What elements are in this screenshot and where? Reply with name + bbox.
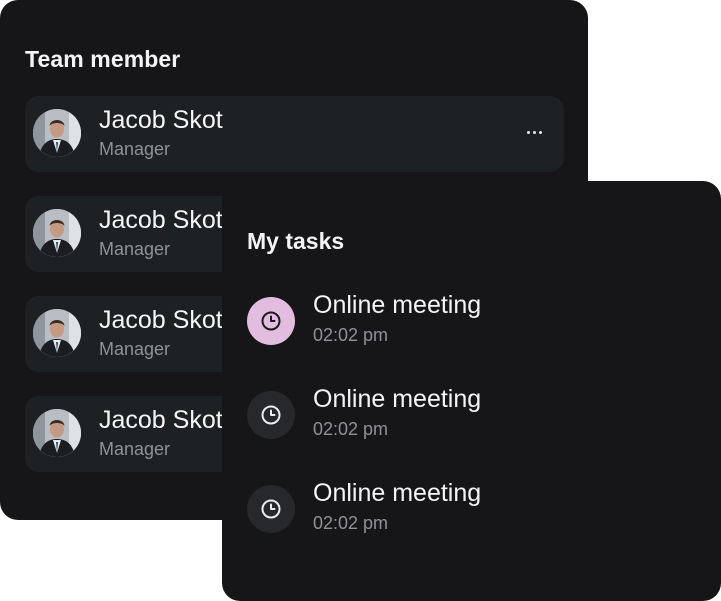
member-name: Jacob Skot — [99, 306, 223, 334]
member-role: Manager — [99, 239, 171, 259]
task-time: 02:02 pm — [313, 325, 389, 345]
avatar — [33, 209, 81, 257]
team-member-title: Team member — [25, 46, 181, 72]
clock-icon — [247, 391, 295, 439]
avatar — [33, 309, 81, 357]
clock-icon — [247, 297, 295, 345]
task-time: 02:02 pm — [313, 513, 389, 533]
my-tasks-title: My tasks — [247, 228, 345, 254]
more-options-button[interactable] — [522, 122, 546, 142]
task-time: 02:02 pm — [313, 419, 389, 439]
member-role: Manager — [99, 439, 171, 459]
member-role: Manager — [99, 339, 171, 359]
task-title: Online meeting — [313, 291, 482, 319]
member-row[interactable]: Jacob Skot Manager — [25, 96, 564, 172]
member-name: Jacob Skot — [99, 106, 223, 134]
more-dot — [538, 130, 542, 134]
task-item[interactable]: Online meeting 02:02 pm — [247, 479, 687, 535]
task-title: Online meeting — [313, 385, 482, 413]
stage: Team member Jacob Skot Manager Jacob Sko… — [0, 0, 721, 601]
task-item[interactable]: Online meeting 02:02 pm — [247, 385, 687, 441]
clock-icon — [247, 485, 295, 533]
task-title: Online meeting — [313, 479, 482, 507]
more-dot — [532, 130, 536, 134]
avatar — [33, 409, 81, 457]
task-item[interactable]: Online meeting 02:02 pm — [247, 291, 687, 347]
avatar — [33, 109, 81, 157]
member-role: Manager — [99, 139, 171, 159]
member-name: Jacob Skot — [99, 206, 223, 234]
member-name: Jacob Skot — [99, 406, 223, 434]
more-horizontal-icon — [526, 130, 530, 134]
my-tasks-card: My tasks Online meeting 02:02 pm Online … — [222, 181, 721, 601]
